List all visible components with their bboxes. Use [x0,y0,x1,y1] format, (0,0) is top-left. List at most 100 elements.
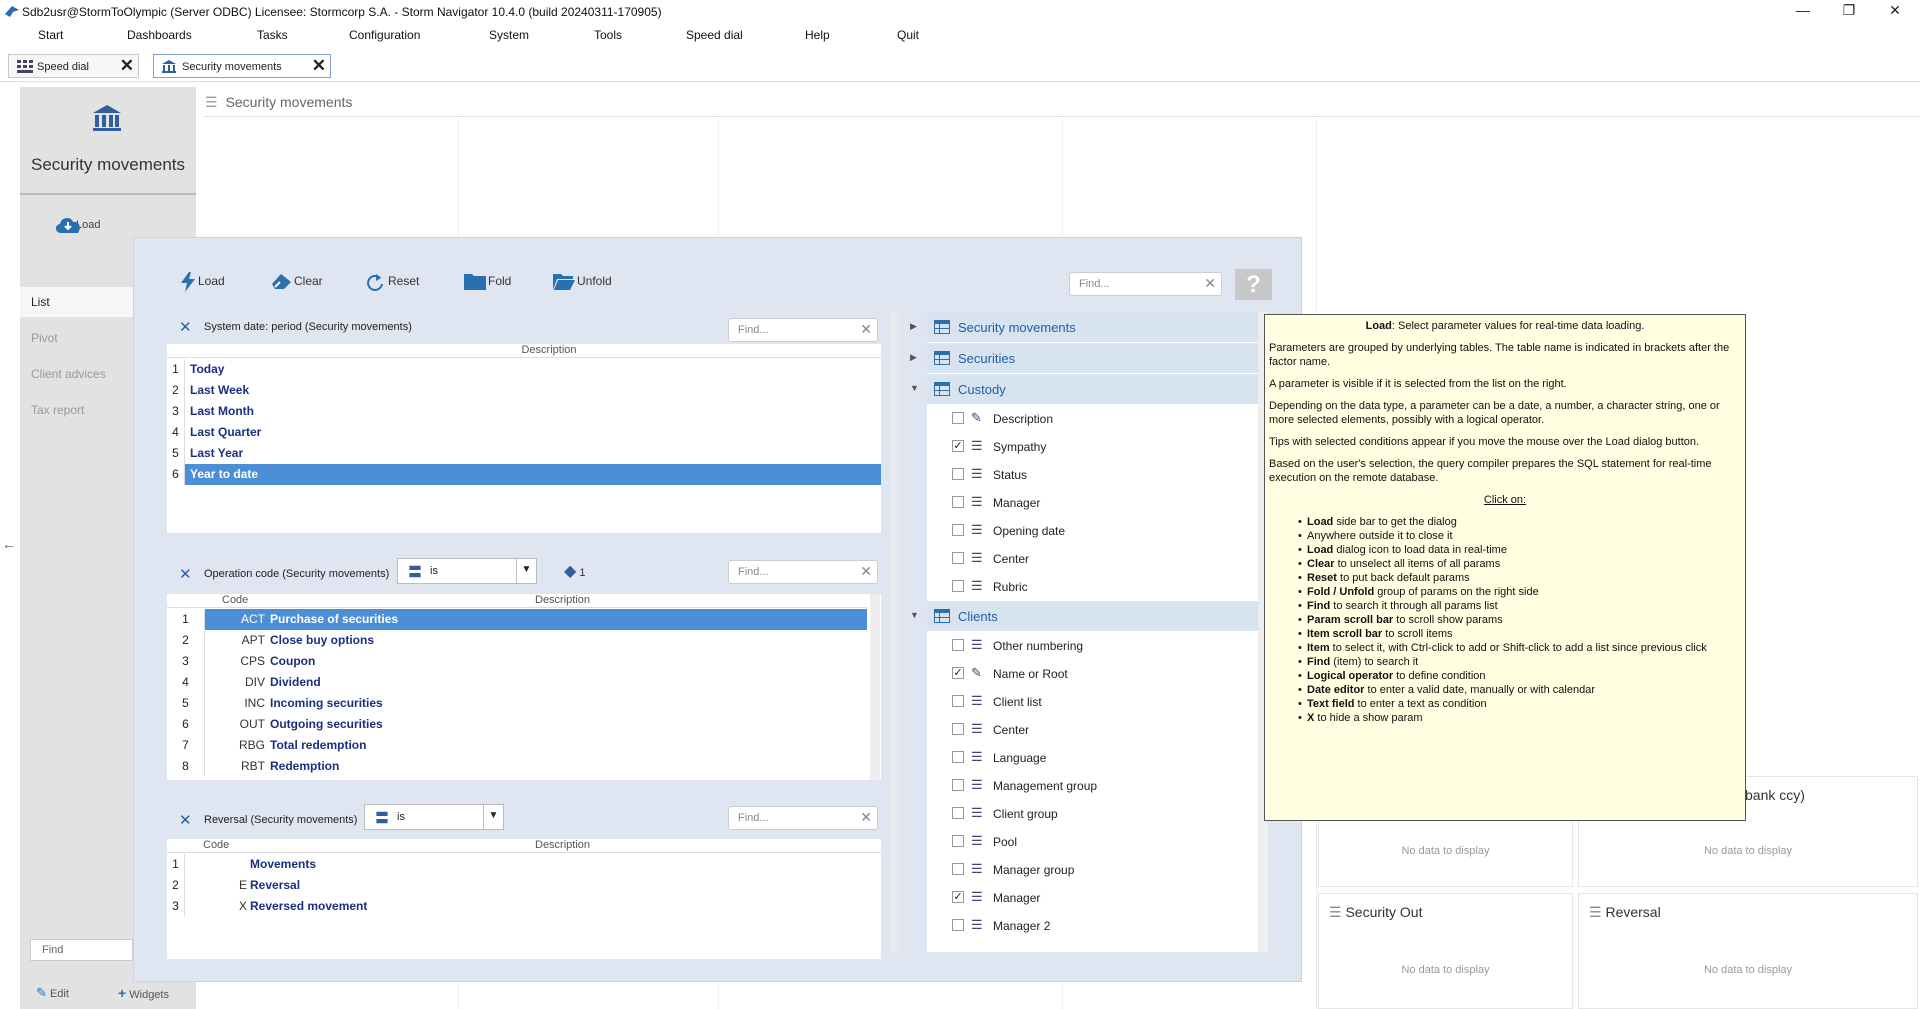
chevron-right-icon[interactable]: ▶ [910,352,917,363]
close-tab-icon[interactable]: ✕ [120,56,134,76]
checkbox[interactable] [952,863,964,875]
sidebar-item-client-advices[interactable]: Client advices [20,359,133,389]
restore-button[interactable]: ❐ [1826,0,1872,22]
param-item[interactable]: ✓ ☰ Manager [927,884,1263,912]
table-row[interactable]: 3 CPS Coupon [167,651,867,672]
clear-find-icon[interactable]: ✕ [860,321,872,338]
edit-button[interactable]: ✎ Edit [36,985,69,1001]
minimize-button[interactable]: — [1780,0,1826,22]
checkbox[interactable] [952,639,964,651]
menu-icon[interactable]: ☰ [1329,904,1342,920]
param-item[interactable]: ✓ ☰ Sympathy [927,433,1263,461]
table-row[interactable]: 2 E Reversal [167,875,881,896]
toolbar-load-button[interactable]: Load [180,272,225,292]
menu-configuration[interactable]: Configuration [349,28,420,42]
chevron-right-icon[interactable]: ▶ [910,321,917,332]
item-scrollbar[interactable] [870,594,880,780]
checkbox[interactable] [952,807,964,819]
table-row[interactable]: 1 Movements [167,854,881,875]
checkbox[interactable] [952,412,964,424]
toolbar-fold-button[interactable]: Fold [464,274,511,290]
toolbar-clear-button[interactable]: Clear [271,274,323,289]
param-item[interactable]: ☰ Client list [927,688,1263,716]
param-find-input[interactable]: Find... ✕ [728,318,878,342]
param-item[interactable]: ☰ Manager 2 [927,912,1263,940]
param-find-input[interactable]: Find... ✕ [728,806,878,830]
table-row[interactable]: 2 APT Close buy options [167,630,867,651]
menu-icon[interactable]: ☰ [1589,904,1602,920]
close-tab-icon[interactable]: ✕ [312,56,326,76]
param-item[interactable]: ✓ ✎ Name or Root [927,660,1263,688]
param-group-security-movements[interactable]: ▶ Security movements [910,312,1263,342]
menu-tasks[interactable]: Tasks [257,28,288,42]
chevron-down-icon[interactable]: ▼ [483,805,503,829]
param-group-securities[interactable]: ▶ Securities [910,343,1263,373]
clear-find-icon[interactable]: ✕ [860,809,872,826]
table-row-selected[interactable]: 6 Year to date [167,464,881,485]
checkbox[interactable] [952,723,964,735]
table-row[interactable]: 3 Last Month [167,401,881,422]
close-window-button[interactable]: ✕ [1872,0,1918,22]
chevron-down-icon[interactable]: ▼ [516,559,536,583]
table-row[interactable]: 5 INC Incoming securities [167,693,867,714]
hide-param-icon[interactable]: ✕ [179,811,192,829]
table-row[interactable]: 2 Last Week [167,380,881,401]
param-item[interactable]: ☰ Language [927,744,1263,772]
checkbox[interactable] [952,468,964,480]
param-item[interactable]: ☰ Status [927,461,1263,489]
param-item[interactable]: ☰ Manager [927,489,1263,517]
back-arrow-icon[interactable]: ← [2,536,16,552]
tab-speed-dial[interactable]: Speed dial ✕ [8,54,139,78]
param-scrollbar[interactable] [890,312,900,952]
chevron-down-icon[interactable]: ▼ [910,610,919,620]
chevron-down-icon[interactable]: ▼ [910,383,919,393]
checkbox[interactable] [952,835,964,847]
menu-help[interactable]: Help [805,28,830,42]
global-find-input[interactable]: Find... ✕ [1069,272,1222,296]
table-row-selected[interactable]: 1 ACT Purchase of securities [167,609,867,630]
param-item[interactable]: ☰ Management group [927,772,1263,800]
table-row[interactable]: 8 RBT Redemption [167,756,867,777]
param-group-custody[interactable]: ▼ Custody [910,374,1263,404]
param-item[interactable]: ☰ Opening date [927,517,1263,545]
toolbar-reset-button[interactable]: Reset [366,274,419,291]
clear-param-button[interactable]: ◆ 1 [564,561,585,581]
table-row[interactable]: 4 Last Quarter [167,422,881,443]
hide-param-icon[interactable]: ✕ [179,318,192,336]
menu-tools[interactable]: Tools [594,28,622,42]
table-row[interactable]: 6 OUT Outgoing securities [167,714,867,735]
checkbox[interactable] [952,552,964,564]
sidebar-item-tax-report[interactable]: Tax report [20,395,133,425]
checkbox[interactable] [952,751,964,763]
param-item[interactable]: ☰ Manager group [927,856,1263,884]
sidebar-load-button[interactable]: Load [55,218,100,233]
table-row[interactable]: 5 Last Year [167,443,881,464]
param-item[interactable]: ☰ Center [927,716,1263,744]
param-item[interactable]: ✎ Description [927,405,1263,433]
help-button[interactable]: ? [1235,269,1272,300]
table-row[interactable]: 3 X Reversed movement [167,896,881,917]
param-item[interactable]: ☰ Other numbering [927,632,1263,660]
checkbox[interactable] [952,779,964,791]
sidebar-find-input[interactable]: Find [30,939,133,961]
table-row[interactable]: 1 Today [167,359,881,380]
menu-dashboards[interactable]: Dashboards [127,28,192,42]
checkbox[interactable]: ✓ [952,667,964,679]
toolbar-unfold-button[interactable]: Unfold [553,274,612,290]
widgets-button[interactable]: + Widgets [118,985,169,1001]
tab-security-movements[interactable]: Security movements ✕ [153,54,331,78]
param-group-clients[interactable]: ▼ Clients [910,601,1263,631]
checkbox[interactable] [952,695,964,707]
clear-find-icon[interactable]: ✕ [1204,275,1216,292]
checkbox[interactable] [952,919,964,931]
menu-speed-dial[interactable]: Speed dial [686,28,743,42]
sidebar-item-pivot[interactable]: Pivot [20,323,133,353]
logical-operator-select[interactable]: 〓 is ▼ [397,558,537,584]
hide-param-icon[interactable]: ✕ [179,565,192,583]
menu-quit[interactable]: Quit [897,28,919,42]
clear-find-icon[interactable]: ✕ [860,563,872,580]
menu-start[interactable]: Start [38,28,63,42]
checkbox[interactable]: ✓ [952,891,964,903]
checkbox[interactable]: ✓ [952,440,964,452]
menu-system[interactable]: System [489,28,529,42]
